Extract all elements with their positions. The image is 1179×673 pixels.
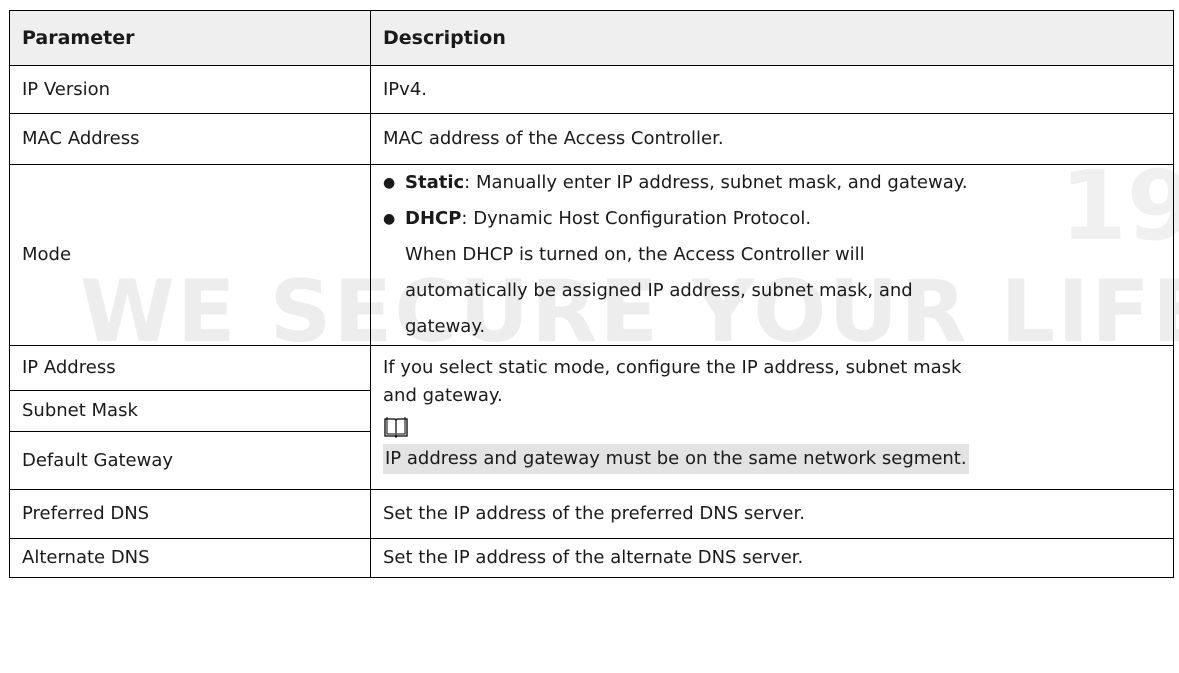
document-page: WE SECURE YOUR LIFE 19 Parameter Descrip…: [0, 0, 1179, 673]
param-default-gateway: Default Gateway: [9, 431, 371, 490]
table-row: IP Version IPv4.: [9, 65, 1174, 114]
desc-mac-address: MAC address of the Access Controller.: [370, 113, 1174, 165]
table-header-row: Parameter Description: [9, 10, 1174, 66]
table-row: Mode ● Static: Manually enter IP address…: [9, 164, 1174, 346]
note-text: IP address and gateway must be on the sa…: [383, 444, 969, 474]
mode-text-static: : Manually enter IP address, subnet mask…: [464, 172, 968, 193]
param-alternate-dns: Alternate DNS: [9, 538, 371, 578]
desc-alternate-dns: Set the IP address of the alternate DNS …: [370, 538, 1174, 578]
header-parameter: Parameter: [9, 10, 371, 66]
static-desc-line: and gateway.: [383, 385, 503, 406]
param-subnet-mask: Subnet Mask: [9, 390, 371, 432]
mode-term-dhcp: DHCP: [405, 208, 462, 229]
table-row: Preferred DNS Set the IP address of the …: [9, 489, 1174, 539]
bullet-icon: ●: [383, 175, 396, 191]
mode-note-line: When DHCP is turned on, the Access Contr…: [405, 244, 865, 265]
table-row: IP Address If you select static mode, co…: [9, 345, 1174, 490]
bullet-icon: ●: [383, 211, 396, 227]
mode-text-dhcp: : Dynamic Host Configuration Protocol.: [461, 208, 812, 229]
static-desc-line: If you select static mode, configure the…: [383, 357, 962, 378]
desc-preferred-dns: Set the IP address of the preferred DNS …: [370, 489, 1174, 539]
desc-mode: ● Static: Manually enter IP address, sub…: [370, 164, 1174, 346]
mode-note-line: gateway.: [405, 316, 486, 337]
book-icon: [384, 417, 408, 438]
param-ip-address: IP Address: [9, 345, 371, 391]
mode-term-static: Static: [405, 172, 465, 193]
param-mode: Mode: [9, 164, 371, 346]
param-mac-address: MAC Address: [9, 113, 371, 165]
table-row: MAC Address MAC address of the Access Co…: [9, 113, 1174, 165]
mode-bullet-dhcp: ● DHCP: Dynamic Host Configuration Proto…: [383, 201, 1161, 237]
param-ip-version: IP Version: [9, 65, 371, 114]
header-description: Description: [370, 10, 1174, 66]
desc-ip-version: IPv4.: [370, 65, 1174, 114]
param-preferred-dns: Preferred DNS: [9, 489, 371, 539]
table-row: Alternate DNS Set the IP address of the …: [9, 538, 1174, 578]
mode-bullet-static: ● Static: Manually enter IP address, sub…: [383, 165, 1161, 201]
mode-note-line: automatically be assigned IP address, su…: [405, 280, 913, 301]
parameter-table: Parameter Description IP Version IPv4. M…: [9, 10, 1174, 578]
desc-static-settings: If you select static mode, configure the…: [370, 345, 1174, 490]
